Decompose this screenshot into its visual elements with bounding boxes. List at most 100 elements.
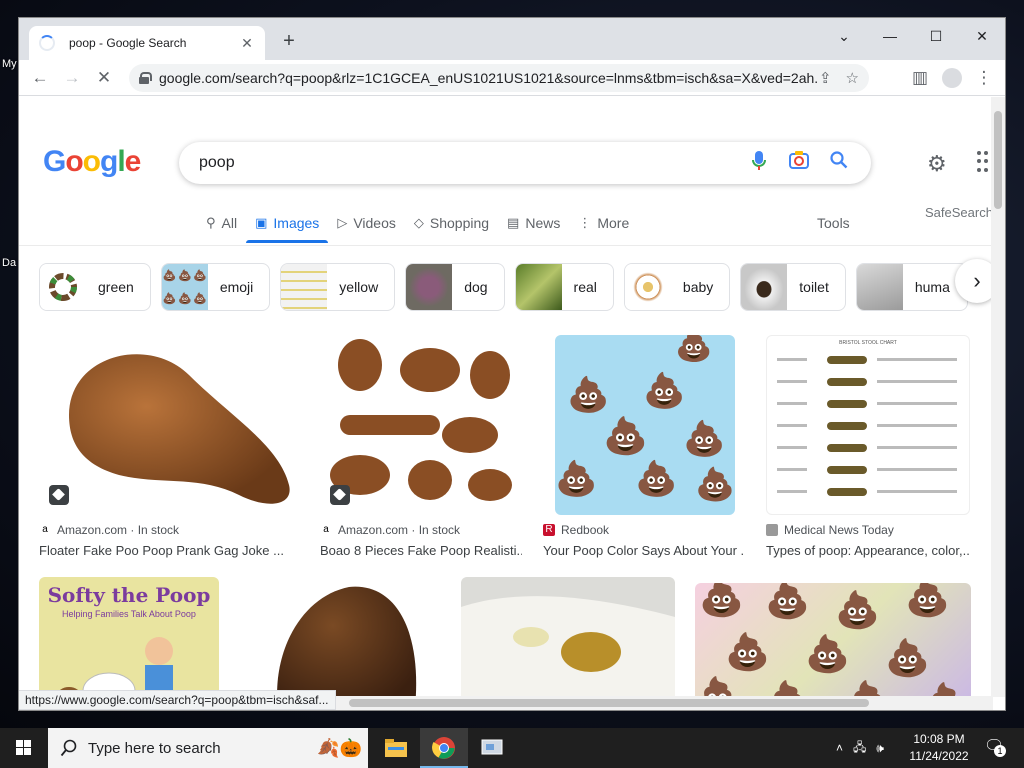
snipping-tool-icon[interactable] — [468, 728, 516, 768]
chip-yellow[interactable]: yellow — [280, 263, 396, 311]
image-result[interactable]: a Amazon.com · In stock Boao 8 Pieces Fak… — [320, 335, 522, 558]
logo-letter: o — [82, 145, 101, 178]
tab-news[interactable]: ▤ News — [498, 203, 569, 243]
camera-lens-icon[interactable] — [787, 151, 811, 175]
start-button[interactable] — [0, 728, 48, 768]
result-image[interactable] — [320, 335, 522, 515]
apps-grid-icon[interactable] — [977, 151, 991, 173]
back-button[interactable]: ← — [27, 65, 53, 91]
logo-letter: l — [117, 145, 125, 178]
result-title[interactable]: Types of poop: Appearance, color,... — [766, 543, 970, 558]
url-text[interactable]: google.com/search?q=poop&rlz=1C1GCEA_enU… — [159, 70, 819, 86]
tab-images[interactable]: ▣ Images — [246, 203, 329, 243]
redbook-icon: R — [543, 524, 555, 536]
maximize-button[interactable]: ☐ — [913, 22, 959, 50]
newspaper-icon: ▤ — [507, 215, 520, 230]
result-title[interactable]: Floater Fake Poo Poop Prank Gag Joke ... — [39, 543, 301, 558]
chip-dog[interactable]: dog — [405, 263, 505, 311]
search-icon: ⚲ — [206, 215, 216, 230]
new-tab-button[interactable]: + — [277, 30, 301, 54]
tab-all[interactable]: ⚲ All — [197, 203, 246, 243]
chevron-up-icon[interactable]: ˄ — [836, 741, 843, 755]
network-icon[interactable]: 🖧 — [853, 738, 866, 759]
microphone-icon[interactable] — [747, 151, 771, 175]
google-logo[interactable]: Google — [43, 145, 142, 179]
image-result[interactable]: 💩 💩 💩 💩 💩 💩 💩 💩 💩 💩 💩 — [695, 583, 971, 710]
chip-green[interactable]: green — [39, 263, 151, 311]
image-result[interactable]: 💩 💩 💩 💩 💩 💩 💩 💩 R Redbook Your Poop Color… — [543, 335, 743, 558]
result-source[interactable]: a Amazon.com · In stock — [39, 523, 301, 537]
tab-shopping[interactable]: ◇ Shopping — [405, 203, 498, 243]
browser-menu-icon[interactable]: ⋮ — [971, 65, 997, 91]
logo-letter: g — [100, 145, 118, 178]
chip-real[interactable]: real — [514, 263, 614, 311]
minimize-button[interactable]: — — [867, 22, 913, 50]
browser-toolbar: ← → ✕ google.com/search?q=poop&rlz=1C1GC… — [19, 60, 1005, 96]
address-bar[interactable]: google.com/search?q=poop&rlz=1C1GCEA_enU… — [129, 64, 869, 92]
browser-window: poop - Google Search ✕ + ⌄ — ☐ ✕ ← → ✕ g… — [18, 17, 1006, 711]
result-source[interactable]: R Redbook — [543, 523, 743, 537]
notification-icon[interactable]: 🗨1 — [984, 736, 1006, 757]
volume-icon[interactable]: 🕪 — [876, 741, 884, 756]
settings-gear-icon[interactable]: ⚙ — [927, 151, 947, 177]
result-image[interactable] — [461, 577, 675, 710]
result-image[interactable]: 💩 💩 💩 💩 💩 💩 💩 💩 — [555, 335, 735, 515]
loading-spinner-icon — [39, 35, 55, 51]
tab-more[interactable]: ⋮ More — [569, 203, 638, 243]
chip-baby[interactable]: baby — [623, 263, 731, 311]
suggestion-chips: green 💩💩💩💩💩💩 emoji yellow dog real — [39, 263, 968, 311]
tab-videos[interactable]: ▷ Videos — [328, 203, 405, 243]
windows-logo-icon — [16, 740, 31, 755]
side-panel-icon[interactable]: ▥ — [907, 65, 933, 91]
chip-toilet[interactable]: toilet — [740, 263, 846, 311]
forward-button[interactable]: → — [59, 65, 85, 91]
result-image[interactable]: BRISTOL STOOL CHART — [766, 335, 970, 515]
close-icon[interactable]: ✕ — [239, 35, 255, 52]
search-box[interactable]: poop — [179, 142, 871, 184]
search-input[interactable]: poop — [199, 154, 731, 172]
desktop-icon-label[interactable]: My — [2, 58, 17, 70]
vertical-scrollbar[interactable] — [991, 97, 1005, 697]
close-window-button[interactable]: ✕ — [959, 22, 1005, 50]
desktop-icon-label[interactable]: Da — [2, 257, 16, 269]
profile-avatar[interactable] — [939, 65, 965, 91]
scrollbar-thumb[interactable] — [994, 111, 1002, 209]
chevron-right-icon[interactable]: › — [955, 259, 991, 303]
star-icon[interactable]: ☆ — [846, 69, 859, 87]
safesearch-button[interactable]: SafeSearch — [925, 205, 991, 220]
chrome-icon[interactable] — [420, 728, 468, 768]
notification-badge: 1 — [994, 745, 1006, 757]
result-title[interactable]: Your Poop Color Says About Your ... — [543, 543, 743, 558]
lock-icon[interactable] — [139, 72, 152, 84]
tag-icon — [49, 485, 69, 505]
result-image[interactable] — [39, 335, 301, 515]
tools-button[interactable]: Tools — [817, 215, 850, 231]
search-icon[interactable] — [827, 151, 851, 175]
result-source[interactable]: a Amazon.com · In stock — [320, 523, 522, 537]
stool-chart-graphic — [777, 356, 957, 496]
result-source[interactable]: Medical News Today — [766, 523, 970, 537]
clock[interactable]: 10:08 PM 11/24/2022 — [900, 731, 978, 765]
chip-thumbnail — [741, 264, 788, 310]
image-result[interactable] — [461, 577, 675, 710]
image-result[interactable]: BRISTOL STOOL CHART Medical News Today T… — [766, 335, 970, 558]
clock-time: 10:08 PM — [913, 732, 965, 746]
chip-thumbnail — [856, 264, 903, 310]
taskbar: Type here to search 🍂🎃 ˄ 🖧 🕪 10:08 PM 11… — [0, 728, 1024, 768]
taskbar-search-box[interactable]: Type here to search 🍂🎃 — [48, 728, 368, 768]
result-title[interactable]: Boao 8 Pieces Fake Poop Realisti... — [320, 543, 522, 558]
chip-human[interactable]: huma — [855, 263, 968, 311]
result-image[interactable]: 💩 💩 💩 💩 💩 💩 💩 💩 💩 💩 💩 — [695, 583, 971, 710]
scrollbar-thumb[interactable] — [349, 699, 869, 707]
browser-tab[interactable]: poop - Google Search ✕ — [29, 26, 265, 60]
tag-icon: ◇ — [413, 215, 424, 230]
clock-date: 11/24/2022 — [909, 749, 969, 763]
image-result[interactable]: a Amazon.com · In stock Floater Fake Poo … — [39, 335, 301, 558]
file-explorer-icon[interactable] — [372, 728, 420, 768]
share-icon[interactable]: ⇪ — [819, 69, 832, 87]
chip-emoji[interactable]: 💩 💩 💩 💩 💩 💩 emoji — [160, 263, 271, 311]
divider — [19, 245, 991, 246]
stop-loading-button[interactable]: ✕ — [91, 65, 117, 91]
tab-search-button[interactable]: ⌄ — [821, 22, 867, 50]
logo-letter: e — [124, 145, 142, 178]
